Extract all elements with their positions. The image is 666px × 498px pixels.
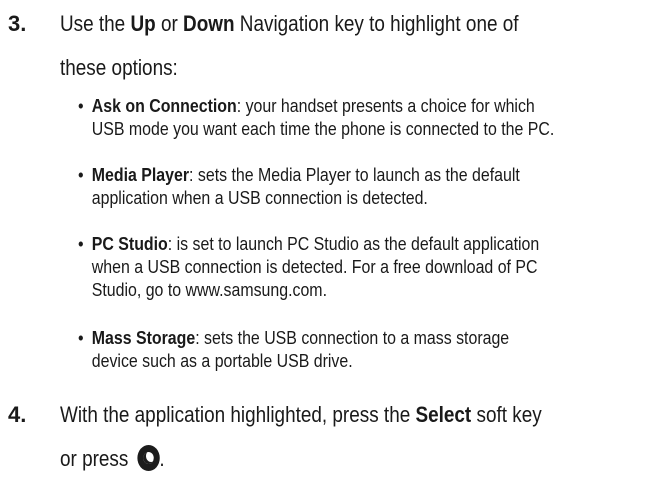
option-desc-line3: Studio, go to www.samsung.com. — [91, 279, 327, 300]
option-desc-line2: application when a USB connection is det… — [91, 187, 428, 208]
option-name: Ask on Connection — [91, 95, 237, 116]
step-number: 3. — [8, 11, 27, 36]
step-text-line2: or press . — [60, 437, 576, 481]
option-desc: : your handset presents a choice for whi… — [236, 95, 535, 116]
option-name: PC Studio — [91, 233, 168, 254]
bullet-icon: • — [78, 95, 84, 116]
up-key-label: Up — [130, 11, 156, 36]
step-text-suffix: soft key — [471, 402, 542, 427]
option-desc-line2: USB mode you want each time the phone is… — [91, 118, 555, 139]
step-text-line2-end: . — [159, 446, 165, 471]
option-name: Mass Storage — [91, 327, 196, 348]
step-text-line2-prefix: or press — [60, 446, 134, 471]
select-key-label: Select — [415, 402, 472, 427]
step-number: 4. — [8, 402, 27, 427]
manual-page: 3. Use the Up or Down Navigation key to … — [0, 0, 666, 498]
option-desc: : is set to launch PC Studio as the defa… — [167, 233, 540, 254]
option-desc: : sets the Media Player to launch as the… — [189, 164, 520, 185]
step-text-prefix: Use the — [60, 11, 131, 36]
bullet-icon: • — [78, 327, 84, 348]
option-name: Media Player — [91, 164, 190, 185]
bullet-icon: • — [78, 164, 84, 185]
step-text-or: or — [155, 11, 184, 36]
option-desc: : sets the USB connection to a mass stor… — [195, 327, 510, 348]
select-key-icon — [137, 445, 160, 471]
option-desc-line2: when a USB connection is detected. For a… — [91, 256, 538, 277]
step-text-prefix: With the application highlighted, press … — [60, 402, 416, 427]
step-text-line2: these options: — [60, 55, 178, 80]
bullet-icon: • — [78, 233, 84, 254]
step-text-suffix: Navigation key to highlight one of — [234, 11, 519, 36]
step-text: Use the Up or Down Navigation key to hig… — [60, 2, 576, 90]
down-key-label: Down — [183, 11, 235, 36]
option-desc-line2: device such as a portable USB drive. — [91, 350, 353, 371]
step-text: With the application highlighted, press … — [60, 393, 576, 481]
